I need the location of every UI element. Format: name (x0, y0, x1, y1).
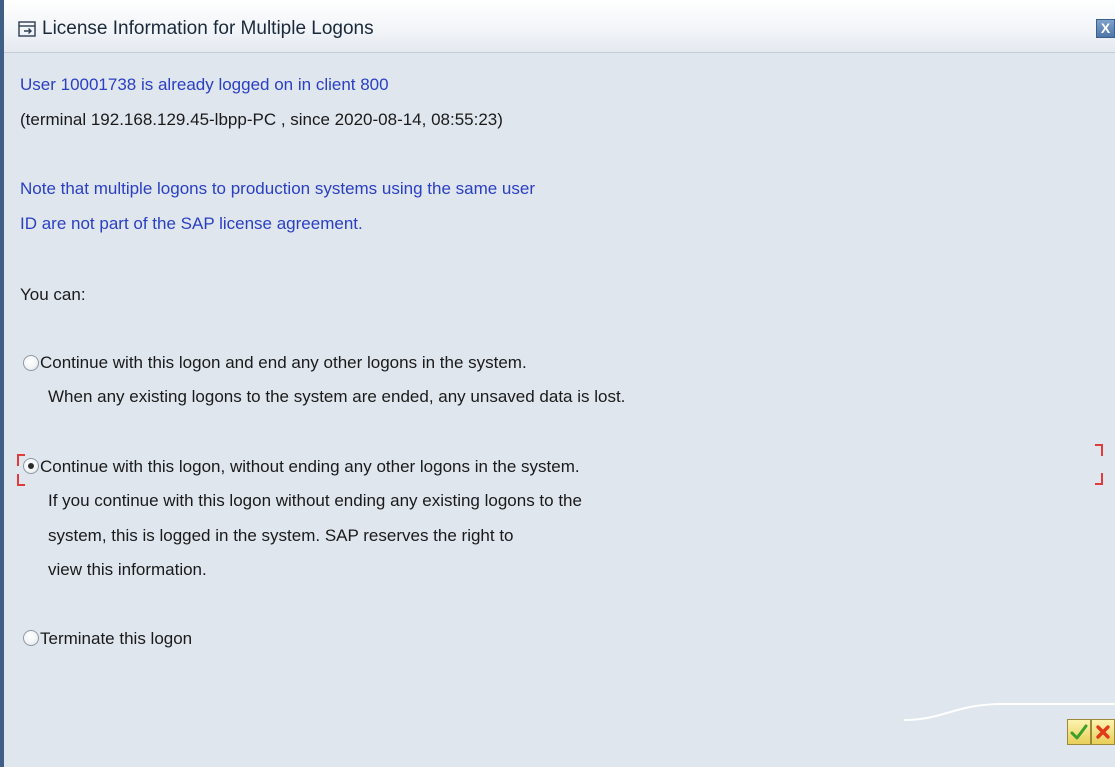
cancel-x-icon (1096, 725, 1110, 739)
option-2-detail-line-2: system, this is logged in the system. SA… (48, 526, 514, 545)
checkmark-icon (1070, 724, 1088, 740)
window-title: License Information for Multiple Logons (42, 18, 374, 39)
option-1-label[interactable]: Continue with this logon and end any oth… (40, 353, 527, 373)
close-button[interactable]: X (1096, 19, 1115, 38)
option-2-detail-line-3: view this information. (48, 560, 207, 579)
radio-continue-without-ending[interactable] (23, 458, 39, 474)
focus-bracket-bottom-right (1095, 473, 1103, 485)
radio-selected-dot (28, 463, 34, 469)
option-1-detail: When any existing logons to the system a… (48, 387, 626, 406)
window-icon (18, 21, 36, 37)
focus-bracket-bottom-left (17, 474, 25, 486)
focus-bracket-top-right (1095, 444, 1103, 456)
option-2-detail-line-1: If you continue with this logon without … (48, 491, 582, 510)
note-text-line-1: Note that multiple logons to production … (20, 179, 535, 198)
terminal-info-text: (terminal 192.168.129.45-lbpp-PC , since… (20, 110, 503, 129)
cancel-button[interactable] (1091, 719, 1115, 745)
close-icon: X (1100, 20, 1111, 36)
title-bar: License Information for Multiple Logons … (4, 0, 1115, 53)
user-logged-on-text: User 10001738 is already logged on in cl… (20, 75, 389, 94)
option-2-label[interactable]: Continue with this logon, without ending… (40, 457, 580, 477)
note-text-line-2: ID are not part of the SAP license agree… (20, 214, 363, 233)
confirm-button[interactable] (1067, 719, 1091, 745)
radio-terminate-logon[interactable] (23, 630, 39, 646)
option-3-label[interactable]: Terminate this logon (40, 629, 192, 649)
radio-end-other-logons[interactable] (23, 355, 39, 371)
license-dialog: License Information for Multiple Logons … (0, 0, 1115, 767)
you-can-label: You can: (20, 285, 86, 304)
